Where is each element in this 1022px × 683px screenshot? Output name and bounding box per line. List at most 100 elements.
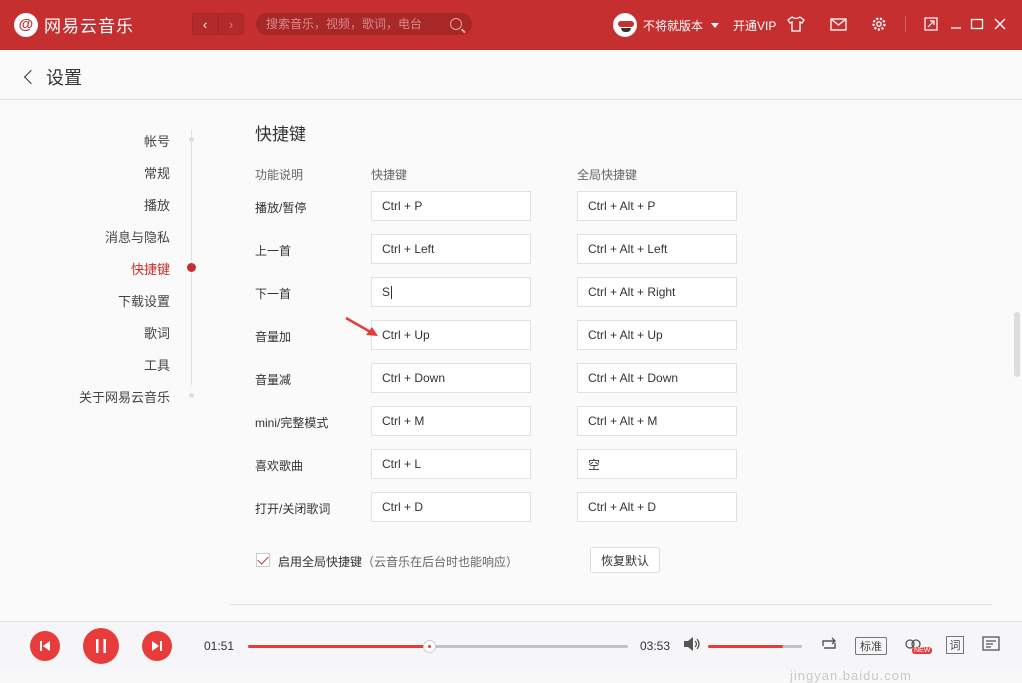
shortcut-key-value: Ctrl + M [382,414,425,428]
mail-icon[interactable] [829,15,847,33]
app-name: 网易云音乐 [44,17,134,36]
enable-global-label[interactable]: 启用全局快捷键（云音乐在后台时也能响应） [278,553,518,570]
nav-item[interactable]: 关于网易云音乐 [79,387,170,406]
shortcut-key-field[interactable]: Ctrl + Up [371,320,531,350]
total-time: 03:53 [640,639,671,653]
player-bar: 01:51 03:53 标准 NEW 词 [0,621,1022,670]
nav-item[interactable]: 歌词 [144,323,170,342]
shortcut-key-value: Ctrl + Left [382,242,435,256]
global-shortcut-key-field[interactable]: Ctrl + Alt + Down [577,363,737,393]
column-header-shortcut: 快捷键 [371,168,408,182]
current-time: 01:51 [204,639,235,653]
reset-default-button[interactable]: 恢复默认 [590,547,660,573]
chevron-left-icon: ‹ [202,16,208,32]
column-header-function: 功能说明 [255,168,304,182]
watermark-site: jingyan.baidu.com [790,668,912,683]
shortcut-key-field[interactable]: Ctrl + D [371,492,531,522]
title-bar: @ 网易云音乐 ‹ › 不将就版本 开通VIP [0,0,1022,50]
playlist-icon[interactable] [982,636,1000,655]
shortcut-function-label: 播放/暂停 [255,201,307,215]
progress-fill [248,645,430,648]
forward-nav-button[interactable]: › [218,13,244,35]
nav-item[interactable]: 常规 [144,163,170,182]
chevron-down-icon[interactable] [711,22,720,28]
search-icon[interactable] [450,18,462,30]
quality-button[interactable]: 标准 [855,637,887,655]
back-button[interactable]: 设置 [23,64,82,90]
progress-knob[interactable] [423,640,437,653]
global-shortcut-key-field[interactable]: 空 [577,449,737,479]
global-shortcut-key-field[interactable]: Ctrl + Alt + P [577,191,737,221]
divider [905,16,906,32]
shortcut-key-field[interactable]: Ctrl + Left [371,234,531,264]
shortcut-key-value: Ctrl + Up [382,328,430,342]
avatar[interactable] [613,13,637,37]
shortcut-key-value: Ctrl + Down [382,371,446,385]
nav-item[interactable]: 下载设置 [118,291,170,310]
shortcut-key-field[interactable]: Ctrl + P [371,191,531,221]
nav-item[interactable]: 快捷键 [131,259,170,278]
nav-timeline [191,130,192,385]
search-input[interactable] [266,17,446,31]
page-header: 设置 [0,50,1022,100]
shortcut-function-label: 打开/关闭歌词 [255,502,331,516]
page-title: 设置 [46,68,82,88]
volume-icon[interactable] [683,636,701,655]
maximize-icon[interactable] [968,15,986,33]
enable-global-note: （云音乐在后台时也能响应） [362,555,519,569]
volume-fill [708,645,784,648]
shortcut-function-label: 下一首 [255,287,292,301]
enable-global-checkbox[interactable] [256,553,270,567]
next-track-button[interactable] [142,631,172,661]
nav-item[interactable]: 消息与隐私 [105,227,170,246]
netease-logo-icon: @ [14,12,38,37]
vip-button[interactable]: 开通VIP [733,17,776,34]
gear-icon[interactable] [870,15,888,33]
minimize-icon[interactable] [947,15,965,33]
progress-bar[interactable] [248,640,628,653]
lyric-button[interactable]: 词 [946,636,964,654]
pause-button[interactable] [83,628,119,664]
shortcut-key-value: S [382,285,391,299]
shortcut-key-value: Ctrl + D [382,500,424,514]
tshirt-icon[interactable] [787,15,805,33]
enable-global-text: 启用全局快捷键 [278,555,363,569]
global-shortcut-key-field[interactable]: Ctrl + Alt + Left [577,234,737,264]
shortcut-function-label: 音量减 [255,373,292,387]
shortcut-key-field[interactable]: Ctrl + L [371,449,531,479]
shortcut-key-value: Ctrl + L [382,457,422,471]
back-nav-button[interactable]: ‹ [192,13,218,35]
app-logo[interactable]: @ 网易云音乐 [14,12,134,37]
section-title: 快捷键 [255,125,306,144]
nav-item[interactable]: 播放 [144,195,170,214]
shortcut-key-field[interactable]: Ctrl + M [371,406,531,436]
previous-icon [40,641,50,651]
new-badge: NEW [912,647,933,654]
mini-mode-icon[interactable] [922,15,940,33]
next-icon [152,641,162,651]
shortcut-function-label: 音量加 [255,330,292,344]
arrow-pointer-icon [345,316,378,336]
nav-item[interactable]: 工具 [144,355,170,374]
pause-icon [96,639,106,653]
search-box[interactable] [256,13,472,35]
nav-item[interactable]: 帐号 [144,131,170,150]
repeat-icon[interactable] [820,636,838,655]
global-shortcut-key-field[interactable]: Ctrl + Alt + M [577,406,737,436]
shortcut-key-value: Ctrl + P [382,199,423,213]
scrollbar[interactable] [1014,312,1020,377]
chevron-left-icon [23,69,39,85]
username[interactable]: 不将就版本 [643,17,703,34]
history-nav: ‹ › [192,13,244,35]
shortcut-key-field[interactable]: Ctrl + Down [371,363,531,393]
nav-dot [189,137,194,142]
close-icon[interactable] [991,15,1009,33]
shortcut-key-field[interactable]: S [371,277,531,307]
text-cursor [391,285,393,299]
global-shortcut-key-field[interactable]: Ctrl + Alt + Up [577,320,737,350]
global-shortcut-key-field[interactable]: Ctrl + Alt + D [577,492,737,522]
previous-track-button[interactable] [30,631,60,661]
global-shortcut-key-field[interactable]: Ctrl + Alt + Right [577,277,737,307]
user-menu[interactable]: 不将就版本 [613,13,720,37]
volume-slider[interactable] [708,645,802,648]
